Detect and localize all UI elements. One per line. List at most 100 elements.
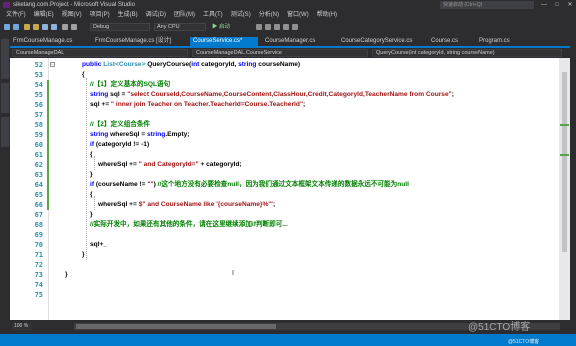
line-number: 67 <box>34 211 43 219</box>
tab-course-cs[interactable]: Course.cs <box>428 37 472 46</box>
save-all-icon[interactable] <box>51 24 57 30</box>
back-icon[interactable] <box>4 24 10 30</box>
line-number: 68 <box>34 221 43 229</box>
minimize-button[interactable]: — <box>538 0 550 10</box>
toolbar: Debug Any CPU ▶ 启动 <box>0 21 576 33</box>
code-text: courseName) <box>256 61 301 68</box>
line-number: 60 <box>34 141 43 149</box>
menu-analyze[interactable]: 分析(N) <box>255 10 283 21</box>
code-text: whereSql += <box>98 161 139 168</box>
quick-launch-input[interactable]: 快速启动 (Ctrl+Q) <box>440 1 534 9</box>
line-number: 64 <box>34 181 43 189</box>
line-number: 54 <box>34 81 43 89</box>
menu-view[interactable]: 视图(V) <box>58 10 86 21</box>
menu-tools[interactable]: 工具(T) <box>199 10 227 21</box>
tab-frmcoursemanage-design[interactable]: FrmCourseManage.cs [设计] <box>92 37 188 46</box>
zoom-level-select[interactable]: 100 % <box>12 323 32 330</box>
modified-lines-marker <box>47 80 49 210</box>
code-line-56: sql += " inner join Teacher on Teacher.T… <box>90 100 305 110</box>
code-line-59: string whereSql = string.Empty; <box>90 130 190 140</box>
data-sources-tab[interactable] <box>1 117 9 147</box>
tab-coursemanager-cs[interactable]: CourseManager.cs <box>262 37 334 46</box>
toolbar-extra-icon[interactable] <box>283 24 289 30</box>
redo-icon[interactable] <box>71 24 77 30</box>
code-line-63: } <box>90 171 93 178</box>
scrollbar-thumb[interactable] <box>562 72 567 252</box>
change-marker <box>560 154 569 156</box>
indent-guide <box>86 78 87 260</box>
undo-icon[interactable] <box>62 24 68 30</box>
tab-program-cs[interactable]: Program.cs <box>476 37 526 46</box>
line-number: 61 <box>34 151 43 159</box>
code-line-58: //【2】定义组合条件 <box>90 121 151 128</box>
start-button[interactable]: ▶ 启动 <box>212 23 248 31</box>
collapse-toggle[interactable]: − <box>50 62 55 67</box>
member-dropdown[interactable]: QueryCourse(int categoryId, string cours… <box>372 49 562 57</box>
code-line-67: } <box>90 211 93 218</box>
class-dropdown[interactable]: CourseManageDAL.CourseService <box>192 49 368 57</box>
line-number: 55 <box>34 91 43 99</box>
open-file-icon[interactable] <box>33 24 39 30</box>
line-number: 57 <box>34 111 43 119</box>
menu-test[interactable]: 测试(S) <box>227 10 255 21</box>
indent-guide <box>94 156 95 170</box>
tab-frmcoursemanage-cs[interactable]: FrmCourseManage.cs <box>10 37 88 46</box>
menu-window[interactable]: 窗口(W) <box>283 10 313 21</box>
toolbar-extra-icon[interactable] <box>274 24 280 30</box>
menu-debug[interactable]: 调试(D) <box>142 10 170 21</box>
code-line-62: whereSql += " and CategoryId=" + categor… <box>98 160 242 170</box>
string-literal: "select CourseId,CourseName,CourseConten… <box>127 91 452 98</box>
document-tabs: FrmCourseManage.cs FrmCourseManage.cs [设… <box>10 37 570 46</box>
right-tool-strip <box>570 33 576 333</box>
code-text: .Empty; <box>165 131 190 138</box>
left-tool-strip <box>0 33 10 333</box>
code-line-52: public List<Course> QueryCourse(int cate… <box>82 60 300 70</box>
vertical-scrollbar[interactable] <box>559 58 570 320</box>
platform-select[interactable]: Any CPU <box>154 23 206 31</box>
menu-help[interactable]: 帮助(H) <box>313 10 341 21</box>
keyword: string <box>238 61 257 68</box>
code-editor[interactable]: 52 53 54 55 56 57 58 59 60 61 62 63 64 6… <box>10 58 559 320</box>
horizontal-scrollbar-thumb[interactable] <box>76 324 276 329</box>
code-line-54: //【1】定义基本的SQL语句 <box>90 81 171 88</box>
server-explorer-tab[interactable] <box>1 39 9 79</box>
line-number: 56 <box>34 101 43 109</box>
forward-icon[interactable] <box>13 24 19 30</box>
line-number: 74 <box>34 281 43 289</box>
code-text: sql += <box>90 101 111 108</box>
visual-studio-logo-icon <box>3 2 10 8</box>
new-project-icon[interactable] <box>24 24 30 30</box>
code-line-55: string sql = "select CourseId,CourseName… <box>90 90 454 100</box>
code-text: sql = <box>108 91 128 98</box>
line-number: 70 <box>34 241 43 249</box>
watermark-small-text: @51CTO博客 <box>508 339 540 345</box>
navigation-bar: CourseManageDAL CourseManageDAL.CourseSe… <box>10 48 570 58</box>
code-line-73: } <box>65 271 68 278</box>
toolbar-extra-icon[interactable] <box>292 24 298 30</box>
code-line-61: { <box>90 151 93 158</box>
menu-edit[interactable]: 编辑(E) <box>30 10 58 21</box>
close-button[interactable]: ✕ <box>564 0 576 10</box>
menu-build[interactable]: 生成(B) <box>114 10 142 21</box>
visual-studio-window: siketang.com.Project - Microsoft Visual … <box>0 0 576 346</box>
menu-team[interactable]: 团队(M) <box>170 10 199 21</box>
menu-file[interactable]: 文件(F) <box>2 10 30 21</box>
toolbar-extra-icon[interactable] <box>256 24 262 30</box>
tab-coursecategoryservice-cs[interactable]: CourseCategoryService.cs <box>338 37 426 46</box>
solution-config-select[interactable]: Debug <box>90 23 150 31</box>
code-line-66: whereSql += $" and CourseName like '{cou… <box>98 200 275 210</box>
code-line-70: sql+_ <box>90 241 108 248</box>
code-text: ; <box>273 201 276 208</box>
code-text: whereSql += <box>98 201 139 208</box>
tab-courseservice-cs[interactable]: CourseService.cs* <box>190 37 258 46</box>
window-title: siketang.com.Project - Microsoft Visual … <box>13 2 135 8</box>
maximize-button[interactable]: □ <box>551 0 563 10</box>
toolbox-tab[interactable] <box>1 83 9 113</box>
menu-project[interactable]: 项目(P) <box>86 10 114 21</box>
toolbar-extra-icon[interactable] <box>265 24 271 30</box>
save-icon[interactable] <box>42 24 48 30</box>
status-bar <box>0 334 576 346</box>
project-dropdown[interactable]: CourseManageDAL <box>12 49 188 57</box>
code-text: ; <box>451 91 454 98</box>
code-line-68: //实际开发中，如果还有其他的条件，请在这里继续添加if判断即可... <box>90 221 288 228</box>
